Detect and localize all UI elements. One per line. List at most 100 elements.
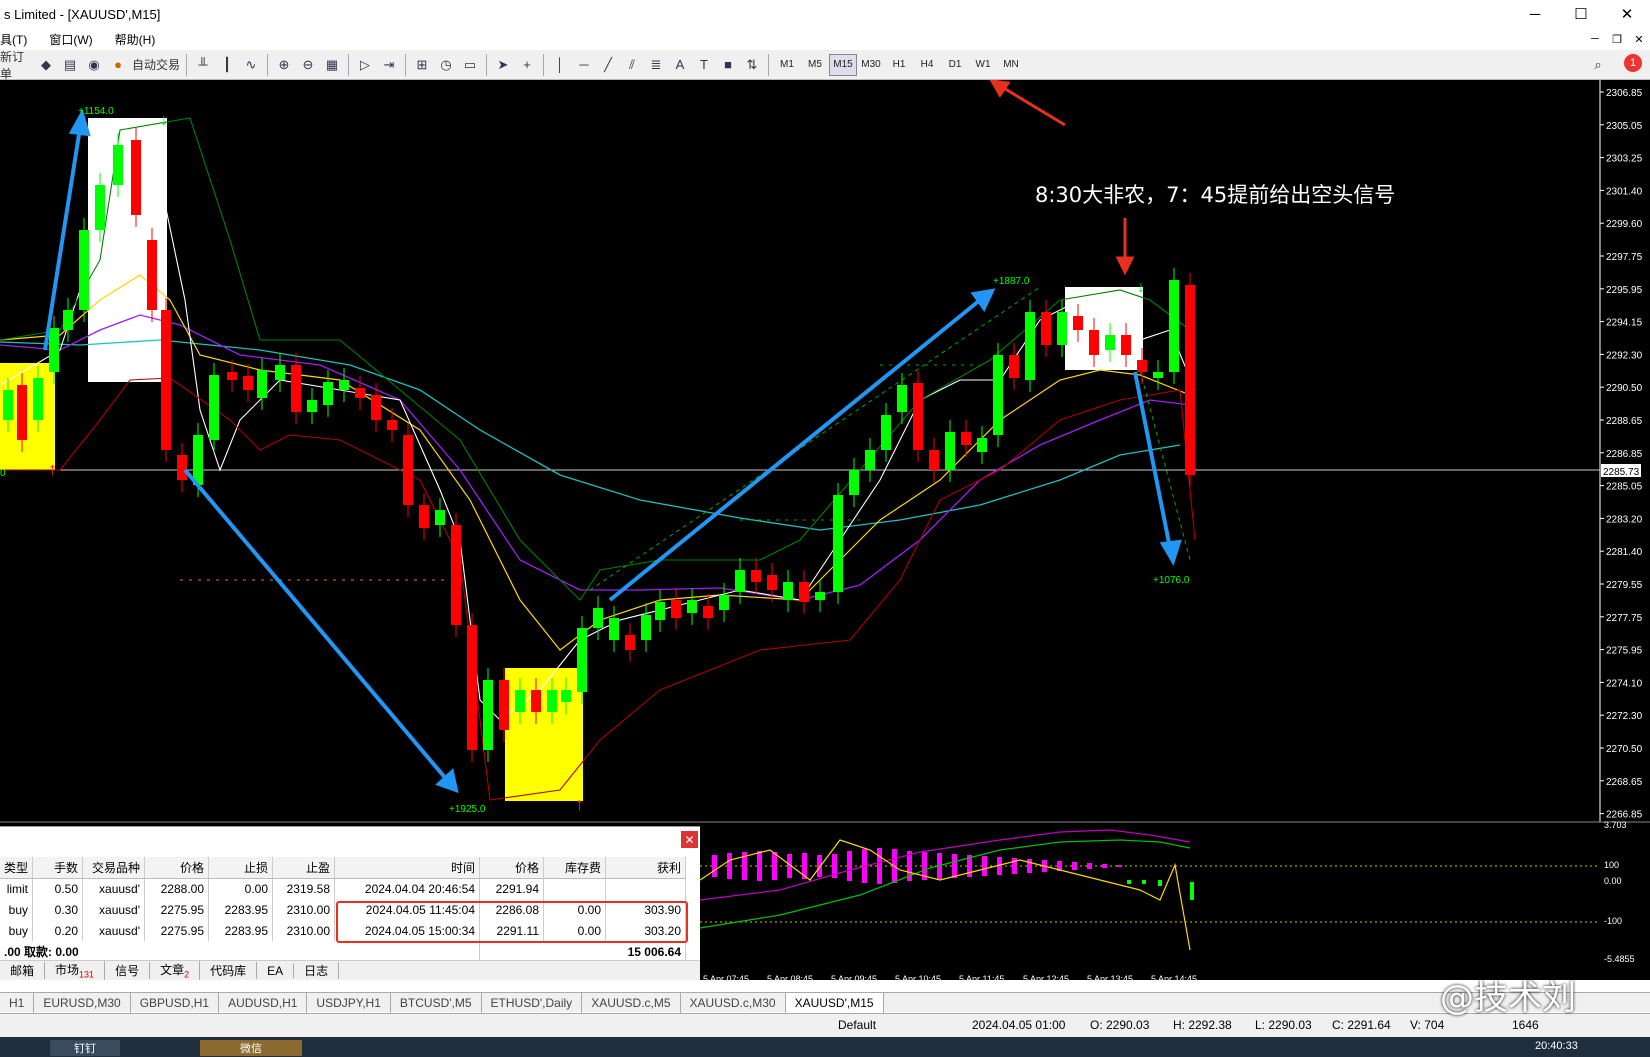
candle [339,380,349,390]
tf-h1[interactable]: H1 [885,54,913,76]
menu-window[interactable]: 窗口(W) [49,31,92,48]
table-row[interactable]: limit 0.50 xauusd' 2288.00 0.00 2319.58 2024.0… [0,878,687,899]
tf-h4[interactable]: H4 [913,54,941,76]
zoom-in-icon[interactable]: ⊕ [272,53,296,77]
candle [1089,330,1099,355]
table-cell: buy [0,920,34,941]
maximize-button[interactable]: ☐ [1558,0,1604,28]
tf-m15[interactable]: M15 [829,53,857,76]
search-icon[interactable]: ⌕ [1586,53,1610,77]
tab-mailbox[interactable]: 邮箱 [0,962,46,979]
mdi-minimize-button[interactable]: ─ [1584,28,1606,50]
tf-m1[interactable]: M1 [773,54,801,76]
mdi-restore-button[interactable]: ❐ [1606,28,1628,50]
column-header[interactable]: 时间 [334,857,481,879]
signal-icon[interactable]: ◉ [82,53,106,77]
tf-mn[interactable]: MN [997,54,1025,76]
chart-tab[interactable]: USDJPY,H1 [307,992,391,1013]
indicators-icon[interactable]: ⊞ [410,53,434,77]
column-header[interactable]: 价格 [144,857,210,879]
chart-tab[interactable]: AUDUSD,H1 [219,992,308,1013]
menu-tools[interactable]: 具(T) [0,31,27,48]
taskbar-app-wechat[interactable]: 微信 [200,1040,302,1056]
channel-icon[interactable]: ⫽ [620,53,644,77]
auto-trade-button[interactable]: 自动交易 [130,53,182,77]
alert-badge[interactable]: 1 [1624,54,1642,72]
column-header[interactable]: 获利 [605,857,687,879]
tab-articles[interactable]: 文章2 [150,961,201,980]
column-header[interactable]: 价格 [479,857,545,879]
crosshair-icon[interactable]: + [515,53,539,77]
chart-tab[interactable]: XAUUSD',M15 [785,992,884,1013]
tile-windows-icon[interactable]: ▦ [320,53,344,77]
bar-chart-icon[interactable]: ╨ [191,53,215,77]
zoom-out-icon[interactable]: ⊖ [296,53,320,77]
vertical-line-icon[interactable]: │ [548,53,572,77]
history-icon[interactable]: ▤ [58,53,82,77]
chart-tab[interactable]: EURUSD,M30 [34,992,131,1013]
tf-w1[interactable]: W1 [969,54,997,76]
candle [403,435,413,505]
candle [79,230,89,310]
toolbar-divider [543,53,544,76]
chart-tab[interactable]: ETHUSD',Daily [482,992,583,1013]
table-cell: 0.30 [32,899,84,920]
chart-tab[interactable]: H1 [0,992,35,1013]
toolbar-divider [768,53,769,76]
auto-trade-icon[interactable]: ● [106,53,130,77]
chart-tab[interactable]: BTCUSD',M5 [391,992,482,1013]
chart-tab[interactable]: XAUUSD.c,M5 [582,992,681,1013]
label-left-edge: 0 [0,468,6,479]
status-profile[interactable]: Default [838,1018,876,1032]
tf-d1[interactable]: D1 [941,54,969,76]
text-icon[interactable]: A [668,53,692,77]
templates-icon[interactable]: ▭ [458,53,482,77]
candle [3,390,13,420]
column-header[interactable]: 手数 [32,857,84,879]
tf-m30[interactable]: M30 [857,54,885,76]
price-tick: 2295.95 [1606,285,1643,296]
tab-codebase[interactable]: 代码库 [200,962,258,979]
candle [63,310,73,330]
candle [977,438,987,452]
tab-signals[interactable]: 信号 [105,962,151,979]
tf-m5[interactable]: M5 [801,54,829,76]
gold-icon[interactable]: ◆ [34,53,58,77]
mdi-close-button[interactable]: ✕ [1628,28,1650,50]
candle [1025,312,1035,380]
chart-shift-icon[interactable]: ⇥ [377,53,401,77]
cursor-icon[interactable]: ➤ [491,53,515,77]
fibonacci-icon[interactable]: ≣ [644,53,668,77]
candle [483,680,493,750]
taskbar-app-dingtalk[interactable]: 钉钉 [50,1040,120,1056]
chart-tab[interactable]: XAUUSD.c,M30 [681,992,786,1013]
menu-help[interactable]: 帮助(H) [115,31,156,48]
price-tick: 2286.85 [1606,449,1643,460]
minimize-button[interactable]: ─ [1512,0,1558,28]
rectangle-icon[interactable]: ■ [716,53,740,77]
arrows-icon[interactable]: ⇅ [740,53,764,77]
tab-market[interactable]: 市场131 [45,961,106,980]
tab-journal[interactable]: 日志 [294,962,340,979]
candlestick-icon[interactable]: ┃ [215,53,239,77]
column-header[interactable]: 库存费 [543,857,607,879]
tab-ea[interactable]: EA [257,963,295,978]
close-button[interactable]: ✕ [1604,0,1650,28]
column-header[interactable]: 止损 [208,857,274,879]
new-order-button[interactable]: 新订单 [0,50,34,81]
watermark: @技术刘 [1440,978,1576,1018]
chart-tab[interactable]: GBPUSD,H1 [131,992,220,1013]
autoscroll-icon[interactable]: ▷ [353,53,377,77]
column-header[interactable]: 止盈 [272,857,336,879]
trendline-icon[interactable]: ╱ [596,53,620,77]
label-icon[interactable]: T [692,53,716,77]
horizontal-line-icon[interactable]: ─ [572,53,596,77]
candle [387,420,397,430]
terminal-close-button[interactable]: ✕ [681,831,698,848]
label-bottom: +1925.0 [449,804,486,815]
column-header[interactable]: 类型 [0,857,34,879]
toolbar-divider [186,53,187,76]
periods-icon[interactable]: ◷ [434,53,458,77]
line-chart-icon[interactable]: ∿ [239,53,263,77]
column-header[interactable]: 交易品种 [82,857,146,879]
